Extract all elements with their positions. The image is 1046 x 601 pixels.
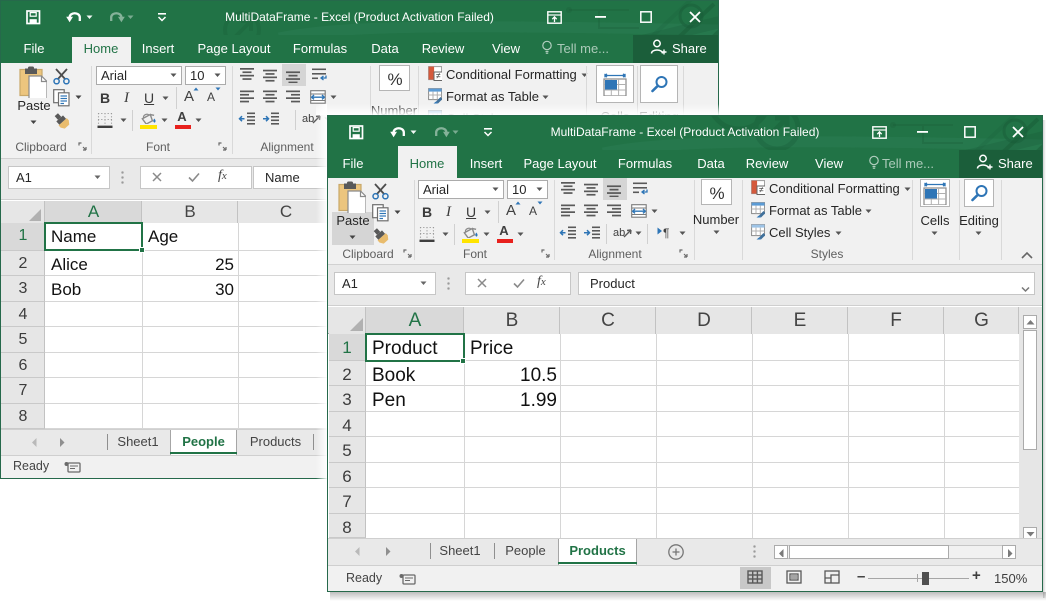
svg-text:≠: ≠ (436, 71, 441, 81)
svg-text:A: A (177, 110, 187, 124)
svg-text:≠: ≠ (759, 185, 764, 195)
svg-text:A: A (184, 88, 194, 104)
svg-text:%: % (387, 70, 402, 88)
svg-text:ab: ab (613, 227, 625, 239)
svg-text:¶: ¶ (663, 226, 669, 239)
svg-text:ab: ab (302, 113, 314, 125)
svg-text:A: A (207, 90, 215, 104)
svg-text:A: A (529, 204, 537, 218)
svg-text:A: A (506, 202, 516, 218)
svg-text:A: A (499, 224, 509, 238)
svg-text:%: % (709, 184, 724, 202)
